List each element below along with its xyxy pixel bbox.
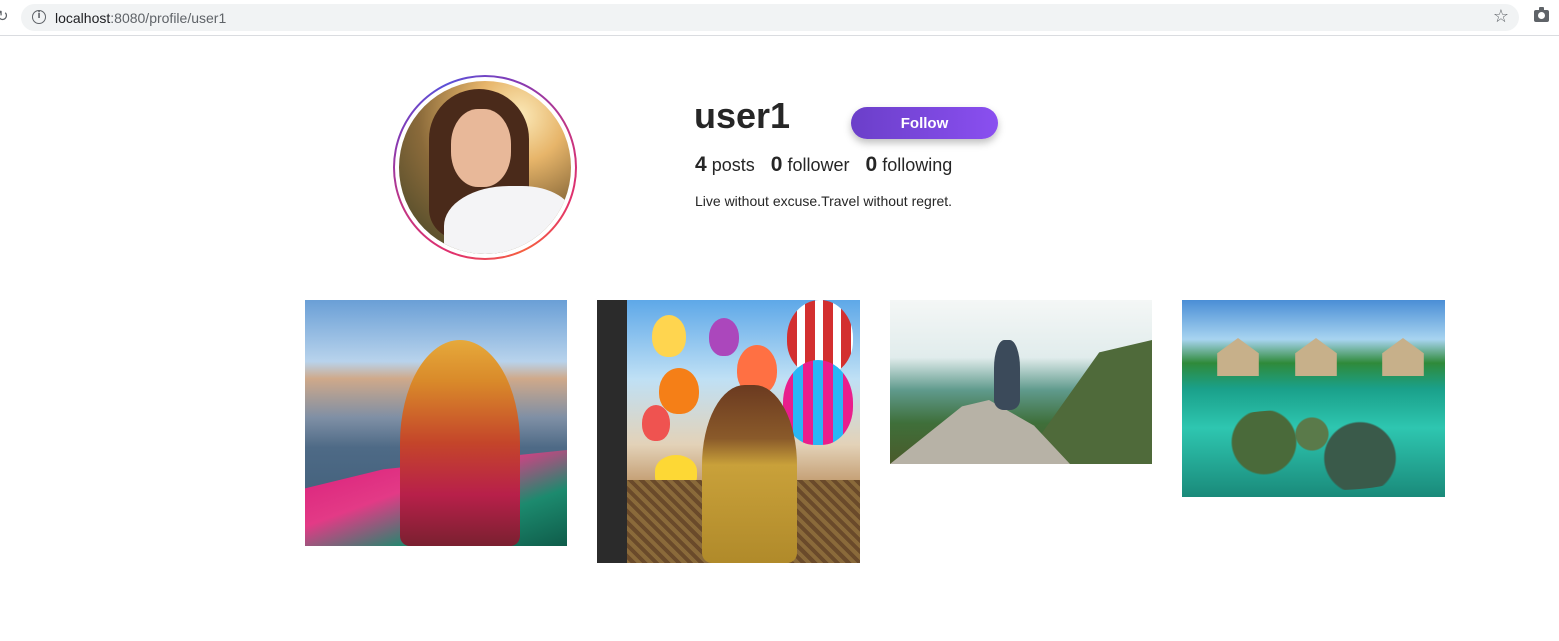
post-3-hiker bbox=[994, 340, 1020, 410]
info-icon[interactable]: i bbox=[32, 10, 46, 24]
followers-count: 0 bbox=[770, 153, 783, 176]
following-count: 0 bbox=[865, 153, 878, 176]
profile-username: user1 bbox=[694, 95, 791, 136]
reload-icon[interactable]: ↻ bbox=[0, 9, 10, 25]
post-4-reef bbox=[1192, 410, 1432, 490]
avatar-shirt bbox=[444, 186, 571, 254]
stat-followers[interactable]: 0 follower bbox=[770, 153, 850, 176]
post-2-frame bbox=[597, 300, 627, 563]
browser-toolbar: ↻ i localhost:8080/profile/user1 ☆ bbox=[0, 0, 1559, 36]
following-label: following bbox=[882, 155, 953, 175]
posts-count: 4 bbox=[695, 153, 707, 176]
post-4-hut bbox=[1295, 338, 1337, 376]
avatar-photo bbox=[399, 81, 571, 254]
avatar-border bbox=[395, 77, 575, 258]
post-2-balloon bbox=[659, 368, 699, 414]
post-2-person bbox=[702, 385, 797, 563]
post-4-hut bbox=[1382, 338, 1424, 376]
post-2-balloon bbox=[642, 405, 670, 441]
post-thumbnail-4[interactable] bbox=[1182, 300, 1445, 497]
url-text[interactable]: localhost:8080/profile/user1 bbox=[55, 10, 226, 26]
post-4-hut bbox=[1217, 338, 1259, 376]
post-1-figure bbox=[400, 340, 520, 546]
post-thumbnail-1[interactable] bbox=[305, 300, 567, 546]
camera-icon[interactable] bbox=[1534, 7, 1549, 22]
followers-label: follower bbox=[787, 155, 850, 175]
profile-bio: Live without excuse.Travel without regre… bbox=[695, 193, 953, 209]
post-2-balloon bbox=[652, 315, 686, 357]
follow-button[interactable]: Follow bbox=[851, 107, 998, 139]
address-bar[interactable]: i localhost:8080/profile/user1 ☆ bbox=[21, 4, 1519, 31]
url-path: :8080/profile/user1 bbox=[110, 10, 227, 26]
posts-label: posts bbox=[711, 155, 755, 175]
post-2-balloon bbox=[709, 318, 739, 356]
stat-following[interactable]: 0 following bbox=[865, 153, 953, 176]
post-thumbnail-3[interactable] bbox=[890, 300, 1152, 464]
profile-stats: 4 posts 0 follower 0 following bbox=[695, 153, 963, 177]
post-thumbnail-2[interactable] bbox=[597, 300, 860, 563]
post-2-balloon bbox=[783, 360, 853, 445]
avatar[interactable] bbox=[393, 75, 577, 260]
stat-posts[interactable]: 4 posts bbox=[695, 153, 755, 176]
avatar-face bbox=[451, 109, 511, 187]
url-host: localhost bbox=[55, 10, 111, 26]
bookmark-star-icon[interactable]: ☆ bbox=[1493, 7, 1509, 27]
